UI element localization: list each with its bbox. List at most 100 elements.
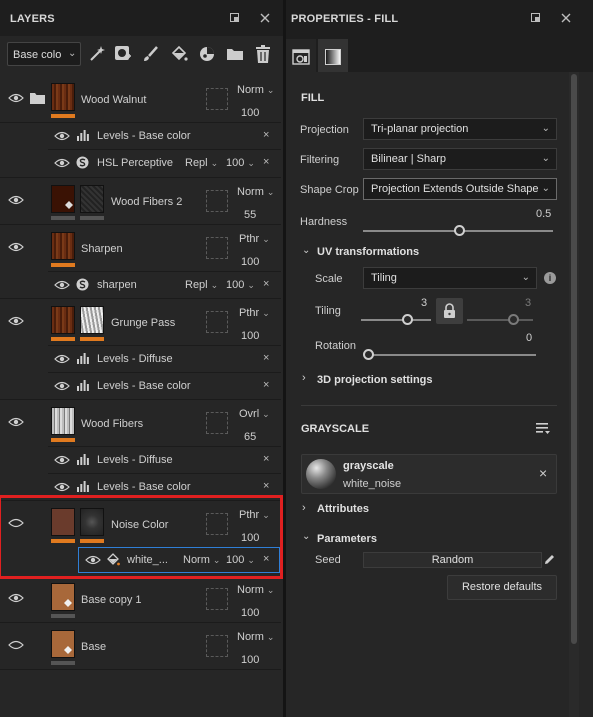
tiling-slider-v[interactable] xyxy=(467,319,533,321)
opacity-dropdown[interactable]: 100 ⌄ xyxy=(226,157,255,169)
add-effect-wand-icon[interactable] xyxy=(88,45,106,66)
shape-crop-select[interactable]: Projection Extends Outside Shape ⌄ xyxy=(363,178,557,200)
resource-slot[interactable]: grayscale white_noise × xyxy=(301,454,557,494)
layer-row[interactable]: Sharpen Pthr ⌄ 100 xyxy=(0,225,281,271)
tiling-slider-u-knob[interactable] xyxy=(402,314,413,325)
uv-transformations-title[interactable]: UV transformations xyxy=(317,246,419,258)
seed-random-button[interactable]: Random xyxy=(363,552,542,568)
remove-effect-close-icon[interactable]: × xyxy=(263,156,269,168)
delete-layer-trash-icon[interactable] xyxy=(254,44,272,67)
eye-icon[interactable] xyxy=(54,354,70,364)
blend-mode-dropdown[interactable]: Pthr ⌄ xyxy=(239,307,270,319)
pencil-edit-icon[interactable] xyxy=(544,554,555,565)
blend-mode-dropdown[interactable]: Norm ⌄ xyxy=(237,584,274,596)
effect-row[interactable]: Levels - Base color × xyxy=(48,123,281,149)
eye-icon[interactable] xyxy=(54,280,70,290)
tiling-lock-button[interactable] xyxy=(436,298,463,324)
opacity-value[interactable]: 65 xyxy=(244,431,256,443)
remove-effect-close-icon[interactable]: × xyxy=(263,278,269,290)
eye-closed-icon[interactable] xyxy=(8,640,24,650)
layer-row[interactable]: Wood Walnut Norm ⌄ 100 xyxy=(0,76,281,122)
blend-mode-dropdown[interactable]: Pthr ⌄ xyxy=(239,233,270,245)
mask-slot[interactable] xyxy=(206,190,228,212)
mask-slot[interactable] xyxy=(206,88,228,110)
hardness-slider-knob[interactable] xyxy=(454,225,465,236)
remove-effect-close-icon[interactable]: × xyxy=(263,379,269,391)
collapse-chevron-down-icon[interactable]: ⌄ xyxy=(302,531,310,542)
blend-mode-dropdown[interactable]: Norm ⌄ xyxy=(237,186,274,198)
opacity-value[interactable]: 100 xyxy=(241,330,259,342)
effect-row[interactable]: Levels - Diffuse × xyxy=(48,447,281,473)
opacity-value[interactable]: 100 xyxy=(241,256,259,268)
effect-row[interactable]: Levels - Base color × xyxy=(48,373,281,399)
blend-mode-dropdown[interactable]: Ovrl ⌄ xyxy=(239,408,270,420)
eye-icon[interactable] xyxy=(8,93,24,103)
mask-slot[interactable] xyxy=(206,635,228,657)
parameters-title[interactable]: Parameters xyxy=(317,533,377,545)
mask-slot[interactable] xyxy=(206,311,228,333)
eye-icon[interactable] xyxy=(8,593,24,603)
remove-resource-close-icon[interactable]: × xyxy=(539,465,547,481)
layer-row[interactable]: Wood Fibers Ovrl ⌄ 65 xyxy=(0,400,281,446)
tab-gradient[interactable] xyxy=(318,39,348,72)
opacity-value[interactable]: 55 xyxy=(244,209,256,221)
opacity-value[interactable]: 100 xyxy=(241,607,259,619)
eye-icon[interactable] xyxy=(54,455,70,465)
scrollbar-thumb[interactable] xyxy=(571,74,577,644)
add-mask-icon[interactable] xyxy=(114,45,132,66)
add-smart-material-icon[interactable] xyxy=(198,45,216,66)
eye-icon[interactable] xyxy=(54,381,70,391)
eye-icon[interactable] xyxy=(54,158,70,168)
tab-fill-settings[interactable] xyxy=(286,39,316,72)
layer-row[interactable]: Wood Fibers 2 Norm ⌄ 55 xyxy=(0,178,281,224)
opacity-value[interactable]: 100 xyxy=(241,107,259,119)
eye-icon[interactable] xyxy=(8,242,24,252)
layer-row[interactable]: Grunge Pass Pthr ⌄ 100 xyxy=(0,299,281,345)
add-folder-icon[interactable] xyxy=(226,45,244,66)
eye-icon[interactable] xyxy=(54,131,70,141)
uv-collapse-chevron-icon[interactable]: ⌄ xyxy=(302,245,310,256)
remove-effect-close-icon[interactable]: × xyxy=(263,480,269,492)
mask-slot[interactable] xyxy=(206,412,228,434)
mask-slot[interactable] xyxy=(206,588,228,610)
layer-row[interactable]: Base Norm ⌄ 100 xyxy=(0,623,281,669)
blend-mode-dropdown[interactable]: Norm ⌄ xyxy=(237,84,274,96)
rotation-slider-knob[interactable] xyxy=(363,349,374,360)
expand-chevron-right-icon[interactable]: › xyxy=(302,502,306,514)
close-panel-icon[interactable] xyxy=(559,12,573,26)
restore-defaults-button[interactable]: Restore defaults xyxy=(447,575,557,600)
add-paint-brush-icon[interactable] xyxy=(142,45,160,66)
rotation-slider[interactable] xyxy=(366,354,536,356)
eye-icon[interactable] xyxy=(8,417,24,427)
eye-icon[interactable] xyxy=(8,195,24,205)
eye-icon[interactable] xyxy=(54,482,70,492)
add-fill-bucket-icon[interactable] xyxy=(170,45,188,66)
mask-slot[interactable] xyxy=(206,237,228,259)
tiling-slider-u[interactable] xyxy=(361,319,431,321)
opacity-dropdown[interactable]: 100 ⌄ xyxy=(226,279,255,291)
tiling-slider-v-knob[interactable] xyxy=(508,314,519,325)
effect-row[interactable]: Levels - Diffuse × xyxy=(48,346,281,372)
blend-mode-dropdown[interactable]: Repl ⌄ xyxy=(185,157,218,169)
blend-mode-dropdown[interactable]: Repl ⌄ xyxy=(185,279,218,291)
effect-row[interactable]: sharpen Repl ⌄ 100 ⌄ × xyxy=(48,272,281,298)
opacity-value[interactable]: 100 xyxy=(241,654,259,666)
scale-select[interactable]: Tiling ⌄ xyxy=(363,267,537,289)
menu-list-icon[interactable] xyxy=(536,423,550,435)
effect-row[interactable]: HSL Perceptive Repl ⌄ 100 ⌄ × xyxy=(48,150,281,176)
channel-select[interactable]: Base colo ⌄ xyxy=(7,42,81,66)
blend-mode-dropdown[interactable]: Norm ⌄ xyxy=(237,631,274,643)
layer-row[interactable]: Base copy 1 Norm ⌄ 100 xyxy=(0,576,281,622)
filtering-select[interactable]: Bilinear | Sharp ⌄ xyxy=(363,148,557,170)
expand-chevron-right-icon[interactable]: › xyxy=(302,372,306,384)
close-panel-icon[interactable] xyxy=(258,12,272,26)
remove-effect-close-icon[interactable]: × xyxy=(263,453,269,465)
projection-select[interactable]: Tri-planar projection ⌄ xyxy=(363,118,557,140)
projection-settings-title[interactable]: 3D projection settings xyxy=(317,374,433,386)
float-panel-icon[interactable] xyxy=(228,12,242,26)
eye-icon[interactable] xyxy=(8,316,24,326)
attributes-title[interactable]: Attributes xyxy=(317,503,369,515)
info-icon[interactable]: i xyxy=(544,272,556,284)
float-panel-icon[interactable] xyxy=(529,12,543,26)
remove-effect-close-icon[interactable]: × xyxy=(263,352,269,364)
